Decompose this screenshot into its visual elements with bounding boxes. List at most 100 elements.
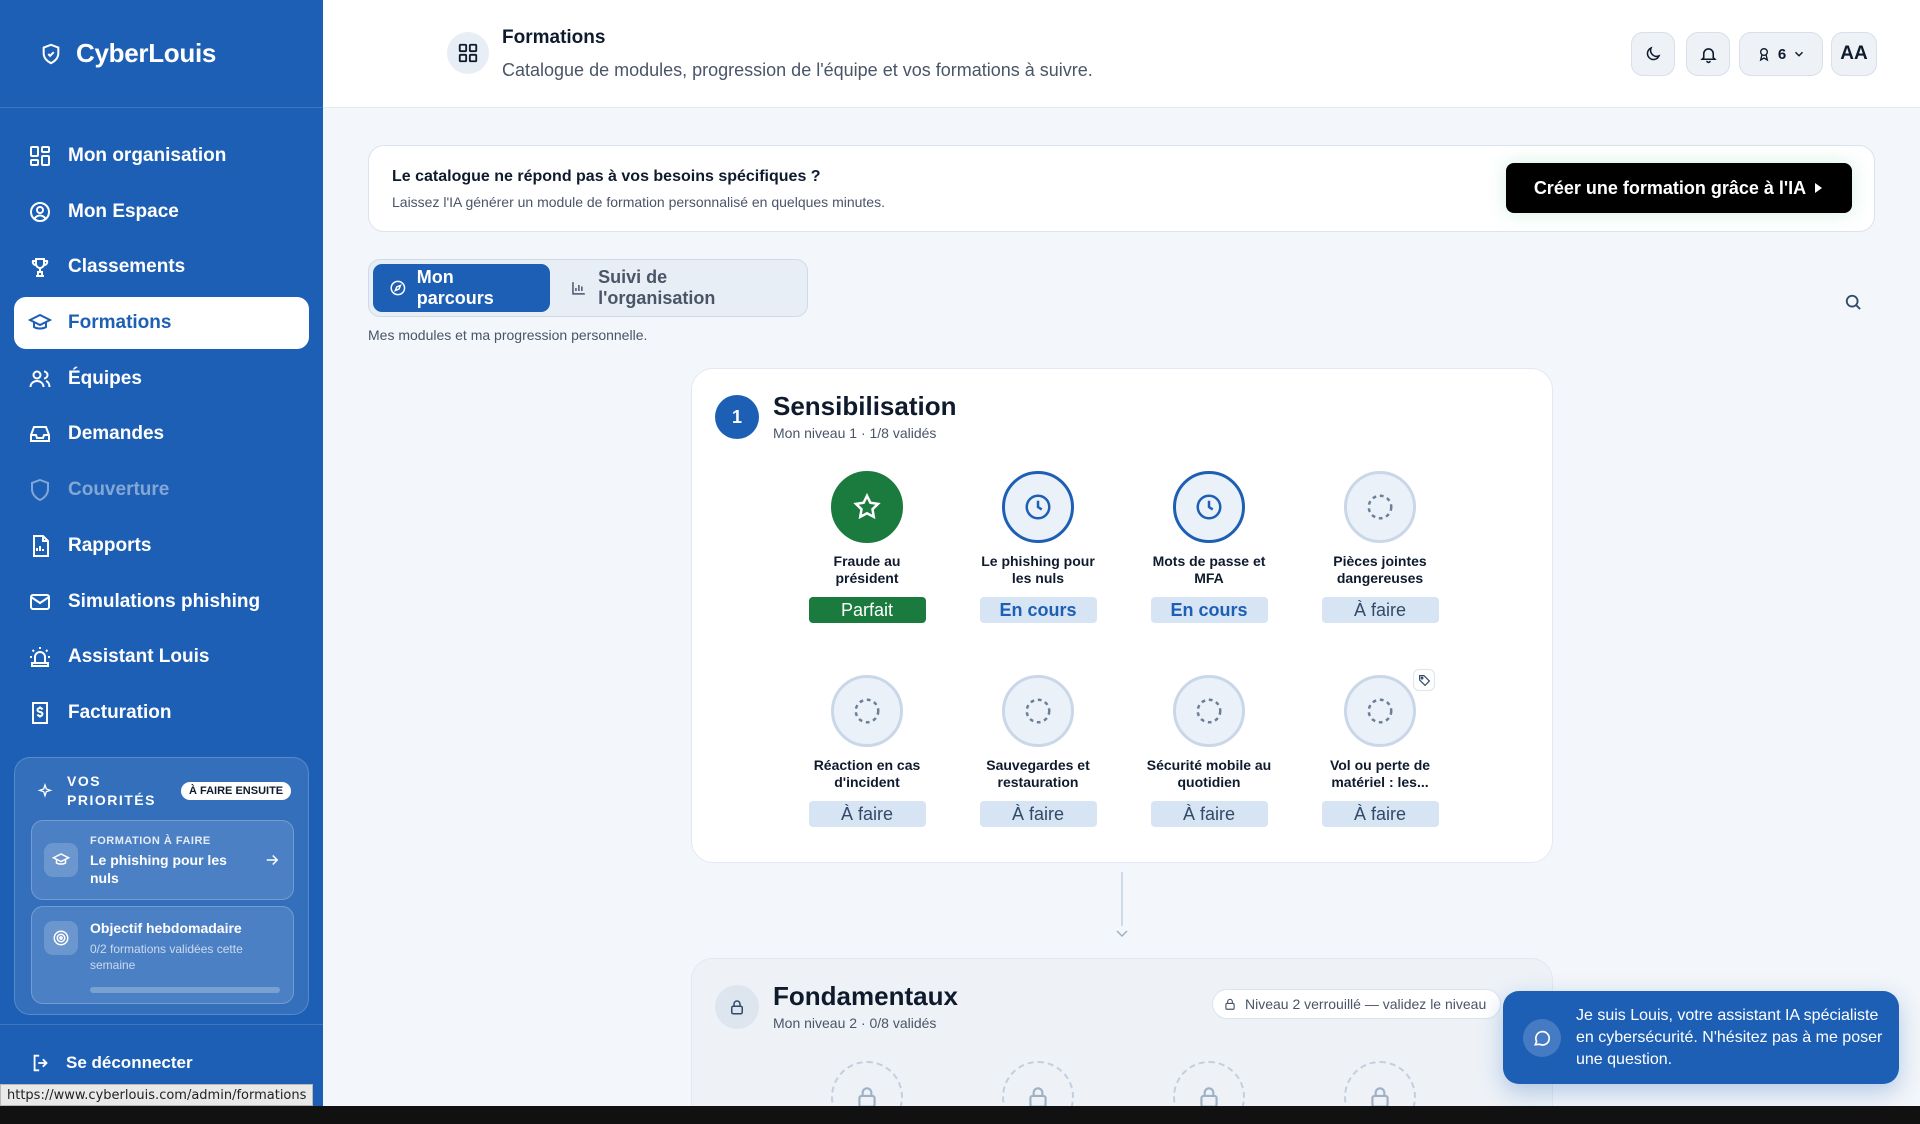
clock-icon (1025, 494, 1051, 520)
grid-icon (30, 146, 50, 166)
module-status-circle (1173, 471, 1245, 543)
page-title: Formations (502, 27, 606, 48)
logout-button[interactable]: Se déconnecter (30, 1052, 193, 1074)
level-title: Fondamentaux (773, 981, 958, 1011)
dashed-circle-icon (854, 698, 880, 724)
sidebar-item-label: Demandes (68, 423, 165, 445)
module-status-circle (1173, 675, 1245, 747)
chevron-down-icon (1795, 51, 1804, 57)
module-card[interactable]: Pièces jointes dangereuses À faire (1315, 471, 1445, 623)
sidebar-item-equipes[interactable]: Équipes (14, 353, 309, 405)
brand-logo[interactable]: CyberLouis (40, 38, 216, 69)
sidebar-item-rapports[interactable]: Rapports (14, 520, 309, 572)
user-circle-icon (30, 201, 50, 222)
sidebar-item-label: Formations (68, 312, 172, 334)
lock-note-text: Niveau 2 verrouillé — validez le niveau (1245, 996, 1487, 1012)
sidebar-item-mon-organisation[interactable]: Mon organisation (14, 130, 309, 182)
sidebar-item-demandes[interactable]: Demandes (14, 408, 309, 460)
assistant-chat-bubble[interactable]: Je suis Louis, votre assistant IA spécia… (1503, 991, 1899, 1084)
dashed-circle-icon (1025, 698, 1051, 724)
theme-toggle-button[interactable] (1631, 32, 1675, 76)
tab-mon-parcours[interactable]: Mon parcours (373, 264, 551, 312)
module-card[interactable]: Vol ou perte de matériel : les... À fair… (1315, 669, 1445, 827)
shield-logo-icon (42, 43, 60, 64)
module-status-circle (1344, 471, 1416, 543)
tag-icon (1413, 669, 1435, 691)
banner-title: Le catalogue ne répond pas à vos besoins… (392, 168, 821, 185)
create-ai-training-button[interactable]: Créer une formation grâce à l'IA (1506, 163, 1852, 213)
billing-icon (32, 701, 48, 724)
tab-label: Mon parcours (416, 267, 494, 308)
weekly-goal-progress (90, 987, 280, 993)
module-name: Vol ou perte de matériel : les... (1329, 757, 1431, 790)
dashed-circle-icon (1196, 698, 1222, 724)
module-status-circle (831, 675, 903, 747)
compass-icon (390, 280, 406, 296)
graduation-cap-icon (44, 843, 78, 877)
module-name: Le phishing pour les nuls (981, 553, 1095, 586)
module-status-circle (1344, 675, 1416, 747)
sidebar-item-label: Simulations phishing (68, 590, 261, 612)
mail-icon (30, 593, 50, 610)
module-card[interactable]: Sécurité mobile au quotidien À faire (1144, 675, 1274, 827)
bar-chart-icon (572, 282, 586, 295)
dashed-circle-icon (1367, 494, 1393, 520)
sidebar: CyberLouis Mon organisation Mon Espace C… (0, 0, 323, 1106)
level-subtitle: Mon niveau 2 · 0/8 validés (773, 1015, 937, 1031)
users-icon (29, 370, 51, 387)
sidebar-item-label: Assistant Louis (68, 646, 210, 668)
module-card[interactable]: Mots de passe et MFA En cours (1144, 471, 1274, 623)
sidebar-item-facturation[interactable]: Facturation (14, 687, 309, 739)
notifications-button[interactable] (1686, 32, 1730, 76)
siren-icon (30, 647, 50, 668)
sidebar-item-mon-espace[interactable]: Mon Espace (14, 186, 309, 238)
inbox-icon (30, 426, 50, 443)
create-ai-training-label: Créer une formation grâce à l'IA (1533, 177, 1807, 198)
weekly-goal-title: Objectif hebdomadaire (90, 920, 242, 936)
priority-todo-card[interactable]: FORMATION À FAIRE Le phishing pour les n… (31, 820, 294, 900)
arrow-right-icon (266, 854, 279, 866)
module-card[interactable]: Réaction en cas d'incident À faire (802, 675, 932, 827)
badge-count: 6 (1777, 45, 1787, 63)
search-icon[interactable] (1843, 292, 1863, 312)
tab-label: Suivi de l'organisation (598, 267, 716, 308)
priorities-panel: VOS PRIORITÉS À FAIRE ENSUITE FORMATION … (14, 757, 309, 1015)
page-subtitle: Catalogue de modules, progression de l'é… (502, 60, 1093, 80)
priorities-header: VOS PRIORITÉS (37, 772, 157, 810)
view-tabs: Mon parcours Suivi de l'organisation (368, 259, 808, 317)
moon-icon (1646, 46, 1661, 61)
priorities-title: VOS PRIORITÉS (67, 773, 156, 808)
avatar[interactable]: AA (1831, 32, 1877, 76)
sidebar-item-label: Rapports (68, 534, 152, 556)
sidebar-item-assistant-louis[interactable]: Assistant Louis (14, 631, 309, 683)
module-card[interactable]: Sauvegardes et restauration À faire (973, 675, 1103, 827)
module-status-badge: À faire (1321, 801, 1439, 827)
module-status-badge: À faire (808, 801, 926, 827)
badges-dropdown[interactable]: 6 (1739, 32, 1823, 76)
level-subtitle: Mon niveau 1 · 1/8 validés (773, 425, 937, 441)
priorities-badge: À FAIRE ENSUITE (181, 782, 292, 800)
module-name: Fraude au président (833, 553, 901, 586)
sidebar-nav: Mon organisation Mon Espace Classements … (14, 130, 309, 743)
sidebar-item-simulations-phishing[interactable]: Simulations phishing (14, 576, 309, 628)
trophy-icon (31, 258, 49, 278)
sidebar-item-formations[interactable]: Formations (14, 297, 309, 350)
module-card[interactable]: Fraude au président Parfait (802, 471, 932, 623)
sidebar-item-classements[interactable]: Classements (14, 241, 309, 293)
target-icon (44, 921, 78, 955)
brand-name: CyberLouis (76, 38, 217, 68)
module-status-badge: À faire (1321, 597, 1439, 623)
module-name: Mots de passe et MFA (1152, 553, 1266, 586)
level-card-fondamentaux: Fondamentaux Mon niveau 2 · 0/8 validés … (691, 958, 1553, 1124)
level-title: Sensibilisation (773, 391, 957, 421)
module-status-badge: Parfait (808, 597, 926, 623)
module-status-circle (1002, 675, 1074, 747)
module-card[interactable]: Le phishing pour les nuls En cours (973, 471, 1103, 623)
level-lock-note: Niveau 2 verrouillé — validez le niveau (1212, 989, 1502, 1019)
module-status-badge: En cours (1150, 597, 1268, 623)
level-connector (1121, 872, 1123, 926)
weekly-goal-card[interactable]: Objectif hebdomadaire 0/2 formations val… (31, 906, 294, 1004)
sidebar-item-couverture[interactable]: Couverture (14, 464, 309, 516)
clock-icon (1196, 494, 1222, 520)
tab-suivi-organisation[interactable]: Suivi de l'organisation (554, 264, 803, 312)
